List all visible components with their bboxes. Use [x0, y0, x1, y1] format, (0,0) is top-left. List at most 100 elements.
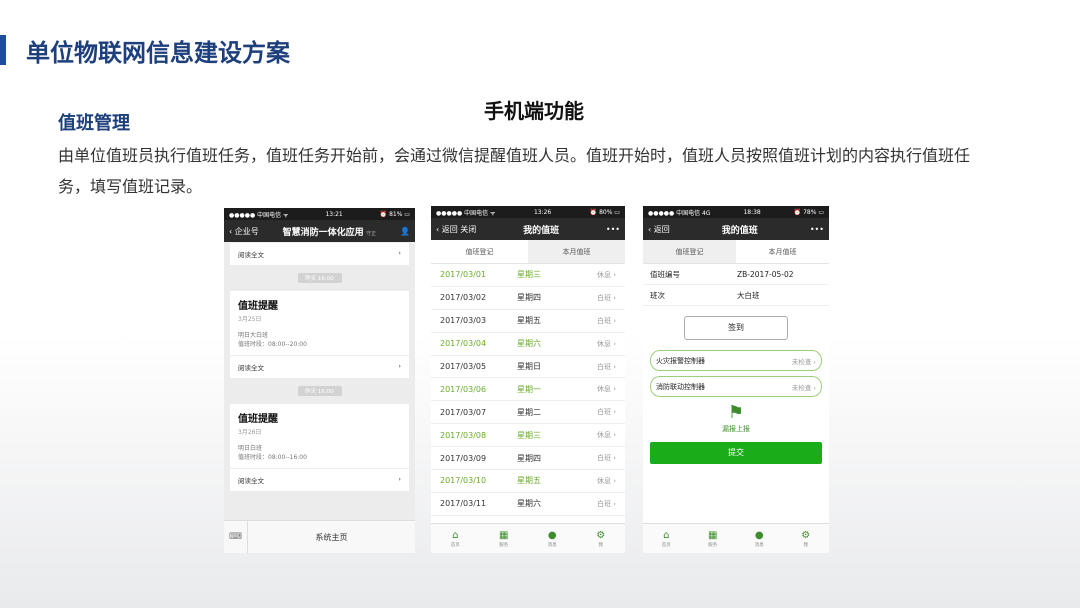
duty-weekday: 星期六 [517, 339, 541, 349]
tabbar-service[interactable]: ▦ 服务 [690, 524, 737, 553]
duty-row[interactable]: 2017/03/10 星期五 休息 › [431, 470, 625, 493]
tabbar-label: 服务 [708, 542, 718, 548]
sign-in-button[interactable]: 签到 [684, 316, 788, 340]
tabbar-message[interactable]: ● 消息 [736, 524, 783, 553]
service-icon: ▦ [499, 529, 509, 541]
duty-shift: 白班 › [596, 454, 616, 463]
more-icon[interactable]: ••• [810, 225, 824, 234]
back-close-button[interactable]: ‹ 返回 关闭 [436, 224, 476, 235]
user-icon[interactable]: 👤 [400, 227, 410, 236]
duty-number-label: 值班编号 [650, 269, 680, 279]
status-bar: ●●●●● 中国电信 ᯤ 13:21 ⏰ 81% ▭ [224, 208, 415, 220]
read-more-label: 阅读全文 [238, 477, 264, 485]
duty-shift: 白班 › [596, 316, 616, 325]
read-more-link[interactable]: 阅读全文 › [230, 468, 409, 491]
clock: 18:38 [743, 208, 761, 216]
duty-row[interactable]: 2017/03/03 星期五 白班 › [431, 310, 625, 333]
card-line: 明日大白班 [238, 332, 269, 339]
submit-button[interactable]: 提交 [650, 442, 822, 464]
tabbar-service[interactable]: ▦ 服务 [480, 524, 529, 553]
duty-date: 2017/03/11 [440, 499, 487, 509]
tab-duty-register[interactable]: 值班登记 [431, 240, 528, 263]
tabbar-home[interactable]: ⌂ 首页 [431, 524, 480, 553]
carrier: ●●●●● 中国电信 ᯤ [229, 211, 289, 219]
profile-icon: ⚙ [596, 529, 606, 541]
duty-shift: 白班 › [596, 408, 616, 417]
battery: ⏰ 78% ▭ [793, 208, 824, 216]
tabbar-home[interactable]: ⌂ 首页 [643, 524, 690, 553]
tabbar-label: 消息 [754, 542, 764, 548]
tabbar-message[interactable]: ● 消息 [528, 524, 577, 553]
duty-row[interactable]: 2017/03/07 星期二 白班 › [431, 401, 625, 425]
home-icon: ⌂ [452, 529, 459, 541]
message-icon: ● [547, 529, 557, 541]
duty-row[interactable]: 2017/03/06 星期一 休息 › [431, 378, 625, 402]
card-title: 值班提醒 [238, 301, 278, 312]
nav-bar: ‹ 返回 关闭 我的值班 ••• [431, 218, 625, 240]
more-icon[interactable]: ••• [606, 225, 620, 234]
tab-monthly-duty[interactable]: 本月值班 [736, 240, 829, 263]
controller-fire-alarm[interactable]: 火灾报警控制器 未检查 › [650, 350, 822, 371]
nav-title: 我的值班 [721, 225, 758, 236]
duty-row[interactable]: 2017/03/11 星期六 白班 › [431, 493, 625, 516]
chevron-right-icon: › [398, 249, 401, 257]
duty-shift: 休息 › [596, 385, 616, 394]
duty-reminder-card[interactable]: 值班提醒 3月26日 明日白班 值班时段：08:00--16:00 [230, 404, 409, 468]
tab-duty-register[interactable]: 值班登记 [643, 240, 736, 263]
controller-name: 火灾报警控制器 [656, 356, 705, 365]
battery: ⏰ 81% ▭ [379, 210, 410, 218]
back-button[interactable]: ‹ 返回 [648, 224, 670, 235]
bottom-menu: ⌨ 系统主页 [224, 520, 415, 553]
keyboard-icon[interactable]: ⌨ [224, 520, 248, 553]
tab-monthly-duty[interactable]: 本月值班 [528, 240, 625, 263]
read-more-link[interactable]: 阅读全文 › [230, 355, 409, 378]
duty-row[interactable]: 2017/03/01 星期三 休息 › [431, 264, 625, 287]
status-bar: ●●●●● 中国电信 4G 18:38 ⏰ 78% ▭ [643, 206, 829, 218]
duty-date: 2017/03/06 [440, 384, 487, 394]
duty-reminder-card[interactable]: 值班提醒 3月25日 明日大白班 值班时段：08:00--20:00 [230, 291, 409, 355]
carrier: ●●●●● 中国电信 ᯤ [436, 209, 496, 217]
duty-list: 2017/03/01 星期三 休息 › 2017/03/02 星期四 白班 › 2017/0… [431, 264, 625, 516]
duty-row[interactable]: 2017/03/08 星期三 休息 › [431, 424, 625, 448]
clock: 13:21 [325, 210, 343, 218]
card-date: 3月25日 [238, 316, 262, 323]
back-button[interactable]: ‹ 企业号 [229, 226, 259, 237]
report-omission-button[interactable]: ⚑ 漏报上报 [643, 402, 829, 434]
duty-shift: 休息 › [596, 270, 616, 279]
timestamp: 昨天 16:00 [297, 386, 342, 396]
duty-row[interactable]: 2017/03/09 星期四 白班 › [431, 447, 625, 471]
system-home-button[interactable]: 系统主页 [248, 532, 415, 543]
duty-weekday: 星期五 [517, 476, 541, 486]
duty-weekday: 星期三 [517, 430, 541, 440]
phone-wechat-notifications: ●●●●● 中国电信 ᯤ 13:21 ⏰ 81% ▭ ‹ 企业号 智慧消防一体化… [224, 208, 415, 553]
message-list: 阅读全文 › 昨天 16:00 值班提醒 3月25日 明日大白班 值班时段：08:… [224, 242, 415, 528]
report-icon: ⚑ [727, 402, 745, 423]
section-heading: 值班管理 [58, 113, 130, 134]
duty-row[interactable]: 2017/03/05 星期日 白班 › [431, 356, 625, 379]
carrier: ●●●●● 中国电信 4G [648, 209, 711, 217]
duty-weekday: 星期日 [517, 362, 541, 371]
shift-value: 大白班 [737, 290, 760, 300]
controller-linkage[interactable]: 消防联动控制器 未检查 › [650, 376, 822, 397]
card-date: 3月26日 [238, 429, 262, 436]
tabbar-label: 我 [598, 542, 604, 548]
duty-number-row: 值班编号 ZB-2017-05-02 [643, 264, 829, 285]
card-line: 值班时段：08:00--16:00 [238, 454, 307, 461]
nav-subtitle: 守正 [366, 230, 377, 237]
duty-date: 2017/03/08 [440, 430, 487, 440]
tab-bar-bottom: ⌂ 首页 ▦ 服务 ● 消息 ⚙ 我 [431, 523, 625, 553]
read-more-link[interactable]: 阅读全文 › [230, 242, 409, 265]
duty-date: 2017/03/01 [440, 270, 487, 280]
tabbar-profile[interactable]: ⚙ 我 [577, 524, 626, 553]
duty-row[interactable]: 2017/03/04 星期六 休息 › [431, 333, 625, 356]
card-title: 值班提醒 [238, 414, 278, 425]
tab-bar-bottom: ⌂ 首页 ▦ 服务 ● 消息 ⚙ 我 [643, 523, 829, 553]
duty-weekday: 星期一 [517, 384, 541, 394]
duty-date: 2017/03/05 [440, 362, 487, 371]
tabbar-label: 首页 [661, 542, 671, 548]
tabbar-profile[interactable]: ⚙ 我 [783, 524, 830, 553]
duty-date: 2017/03/02 [440, 293, 487, 303]
duty-row[interactable]: 2017/03/02 星期四 白班 › [431, 287, 625, 310]
duty-date: 2017/03/07 [440, 407, 487, 417]
duty-date: 2017/03/10 [440, 476, 487, 486]
